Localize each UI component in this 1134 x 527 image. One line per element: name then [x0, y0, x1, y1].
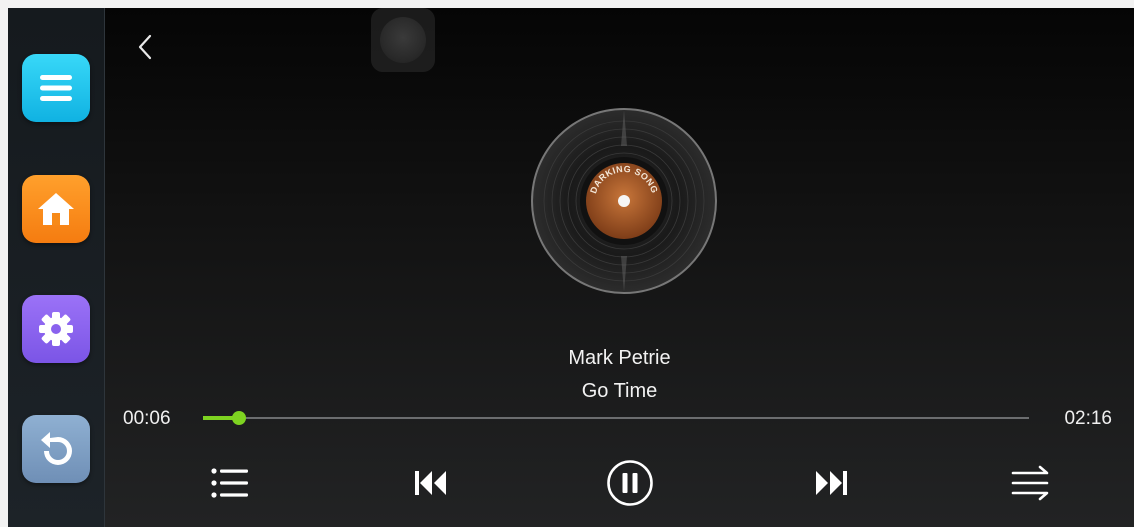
menu-icon: [40, 75, 72, 101]
skip-next-icon: [816, 471, 847, 495]
total-time: 02:16: [1064, 408, 1112, 429]
playlist-button[interactable]: [202, 460, 258, 506]
settings-button[interactable]: [22, 295, 90, 363]
elapsed-time: 00:06: [123, 408, 171, 429]
home-button[interactable]: [22, 175, 90, 243]
chevron-left-icon: [138, 34, 152, 60]
previous-button[interactable]: [403, 460, 459, 506]
menu-button[interactable]: [22, 54, 90, 122]
sidebar: [8, 8, 105, 527]
vinyl-record: DARKING SONG: [531, 108, 717, 294]
assist-dot: [380, 17, 426, 63]
next-button[interactable]: [803, 460, 859, 506]
playlist-icon: [211, 468, 248, 498]
progress-track: [203, 417, 1029, 419]
play-mode-button[interactable]: [1003, 460, 1059, 506]
artist-name: Mark Petrie: [568, 347, 671, 369]
return-icon: [41, 432, 72, 465]
shuffle-order-icon: [1011, 465, 1049, 501]
gear-icon: [39, 312, 73, 346]
back-button[interactable]: [133, 32, 157, 62]
progress-knob[interactable]: [232, 411, 247, 425]
progress-bar[interactable]: [203, 411, 1029, 425]
song-title: Go Time: [581, 380, 658, 402]
floating-assist-button[interactable]: [371, 8, 435, 72]
screen: DARKING SONG Mark Petrie Go Time 00:06 0…: [8, 8, 1134, 527]
home-icon: [38, 193, 74, 225]
skip-previous-icon: [415, 471, 446, 495]
play-pause-button[interactable]: [602, 460, 658, 506]
player-panel: DARKING SONG Mark Petrie Go Time 00:06 0…: [105, 8, 1134, 527]
pause-icon: [607, 460, 653, 506]
return-button[interactable]: [22, 415, 90, 483]
